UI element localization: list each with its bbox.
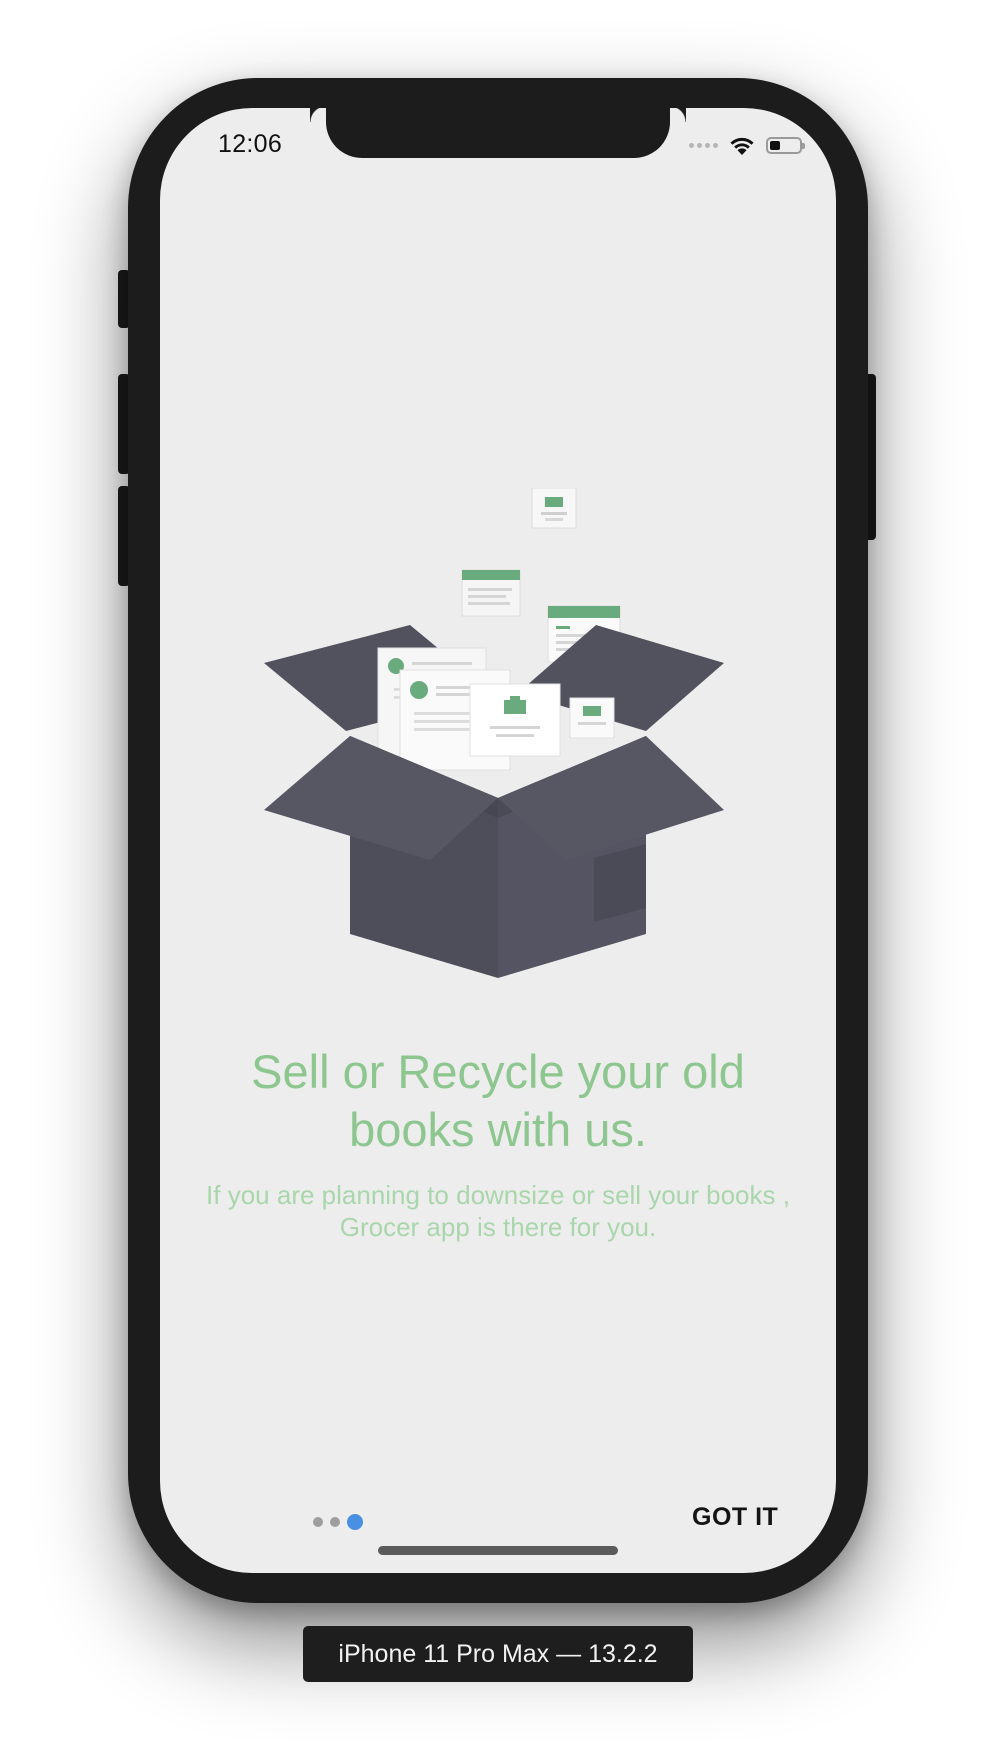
simulator-stage: 12:06 Sell or Recycle your old books wit… bbox=[0, 0, 996, 1754]
page-indicator[interactable] bbox=[313, 1514, 363, 1530]
page-dot-3-active[interactable] bbox=[347, 1514, 363, 1530]
page-dot-2[interactable] bbox=[330, 1517, 340, 1527]
battery-icon bbox=[766, 136, 805, 154]
simulator-device-label: iPhone 11 Pro Max — 13.2.2 bbox=[303, 1626, 693, 1682]
onboarding-headline: Sell or Recycle your old books with us. bbox=[251, 1045, 745, 1156]
notch bbox=[326, 108, 686, 158]
app-screen: 12:06 Sell or Recycle your old books wit… bbox=[160, 108, 836, 1573]
status-time: 12:06 bbox=[218, 130, 283, 158]
cellular-dots-icon bbox=[689, 142, 718, 148]
open-box-with-books-illustration bbox=[264, 488, 724, 978]
home-indicator[interactable] bbox=[378, 1546, 618, 1555]
status-icons bbox=[689, 134, 805, 156]
page-dot-1[interactable] bbox=[313, 1517, 323, 1527]
onboarding-description: If you are planning to downsize or sell … bbox=[206, 1180, 790, 1242]
wifi-icon bbox=[730, 137, 754, 155]
got-it-button[interactable]: GOT IT bbox=[692, 1497, 802, 1537]
floating-card-left bbox=[461, 569, 521, 617]
floating-card-top bbox=[531, 488, 577, 529]
